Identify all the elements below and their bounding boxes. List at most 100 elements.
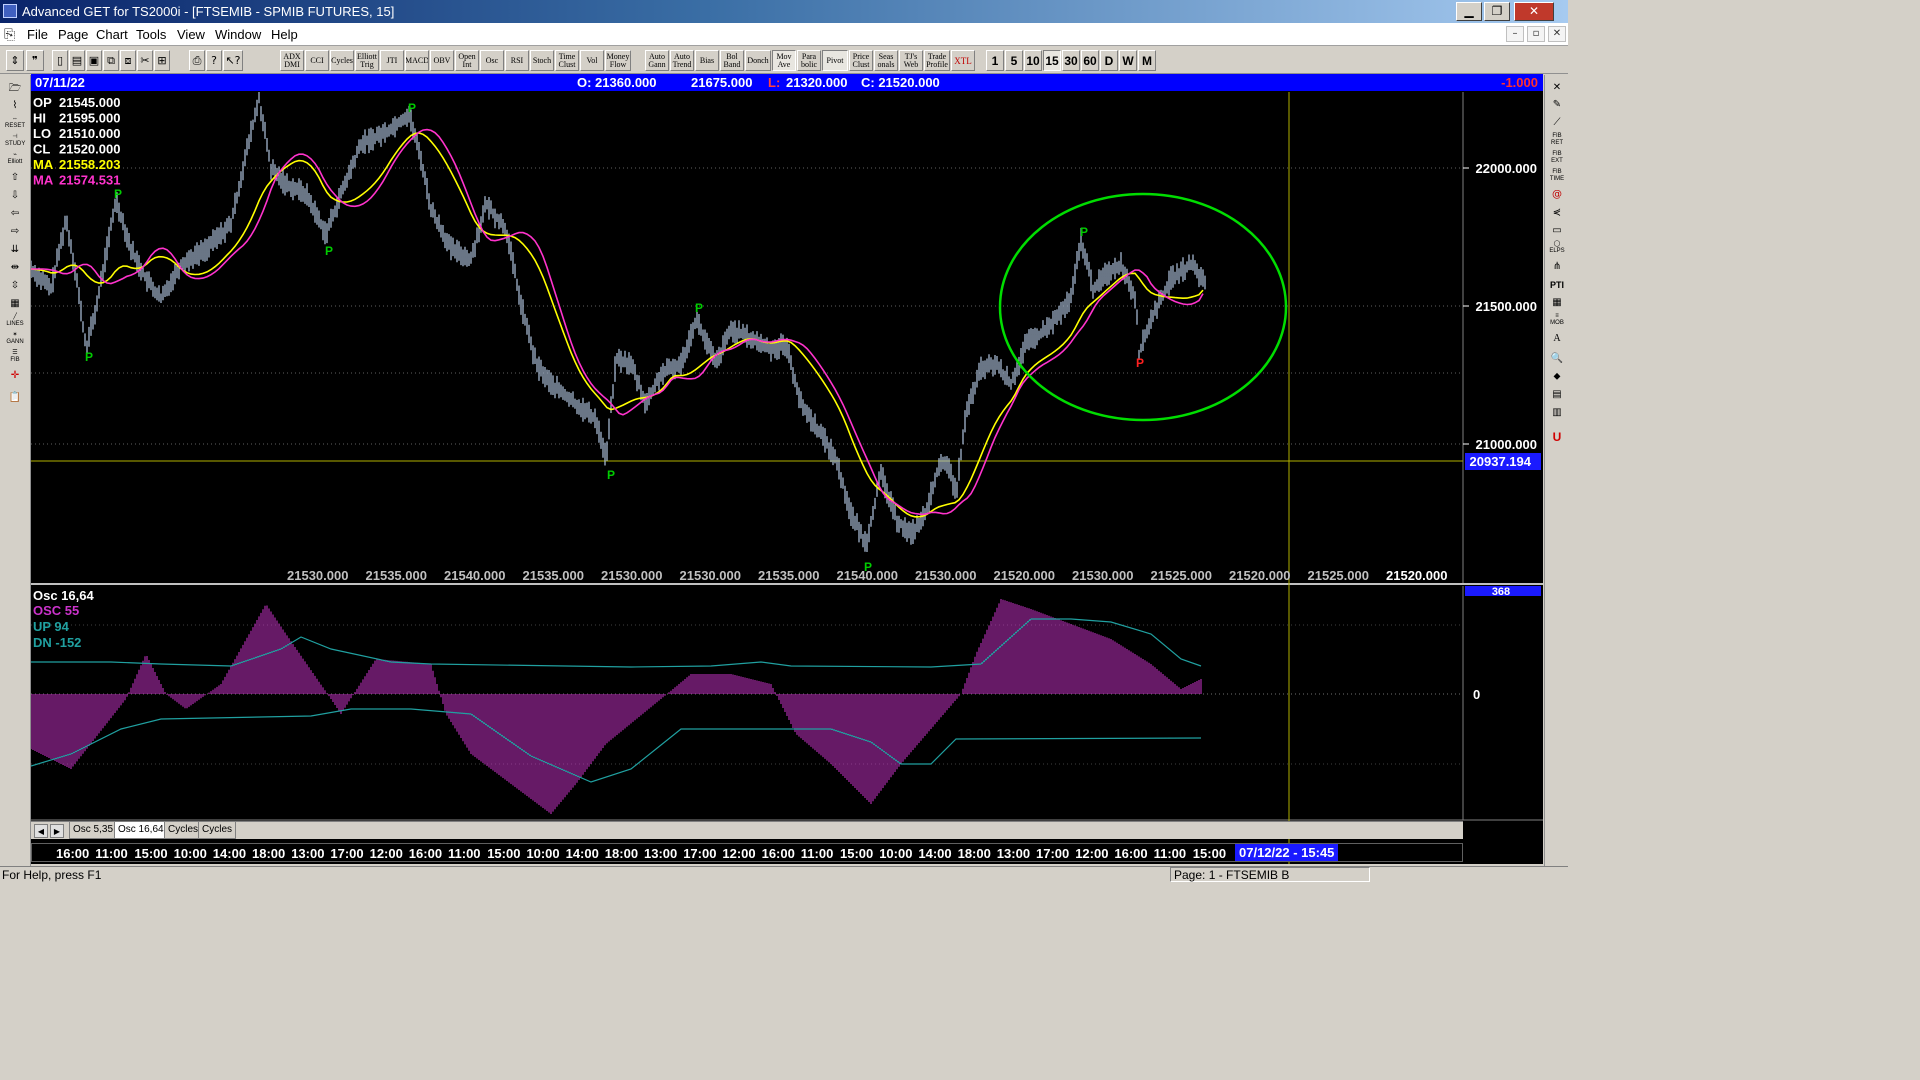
study-mov-ave[interactable]: Mov Ave	[772, 50, 796, 71]
study-auto-trend[interactable]: Auto Trend	[670, 50, 694, 71]
study-parabolic[interactable]: Para bolic	[797, 50, 821, 71]
pitchfork-icon[interactable]: ⋔	[1547, 259, 1567, 275]
period-1-button[interactable]: 1	[986, 50, 1004, 71]
period-5-button[interactable]: 5	[1005, 50, 1023, 71]
study-vol[interactable]: Vol	[580, 50, 604, 71]
fib-extension-icon[interactable]: FIB EXT	[1547, 151, 1567, 167]
period-monthly-button[interactable]: M	[1138, 50, 1156, 71]
save-icon[interactable]: ▣	[86, 50, 102, 71]
notes-icon[interactable]: ▥	[1547, 405, 1567, 421]
study-jti[interactable]: JTI	[380, 50, 404, 71]
study-auto-gann[interactable]: Auto Gann	[645, 50, 669, 71]
new-icon[interactable]: ▯	[52, 50, 68, 71]
study-time-clust[interactable]: Time Clust	[555, 50, 579, 71]
lines-icon[interactable]: ╱ LINES	[4, 313, 26, 329]
expand-horizontal-icon[interactable]: ⇹	[4, 259, 26, 275]
study-cycles[interactable]: Cycles	[330, 50, 354, 71]
chart-style-icon[interactable]: ⌇	[4, 97, 26, 113]
study-open-int[interactable]: Open Int	[455, 50, 479, 71]
study-trade-profile[interactable]: Trade Profile	[924, 50, 950, 71]
mdi-close-button[interactable]: ✕	[1548, 26, 1566, 42]
maximize-button[interactable]: ❐	[1484, 2, 1510, 21]
tab-scroll-left-icon[interactable]: ◀	[34, 824, 48, 838]
fib-time-icon[interactable]: FIB TIME	[1547, 169, 1567, 185]
fan-icon[interactable]: ⋞	[1547, 205, 1567, 221]
arrow-up-icon[interactable]: ⇧	[4, 169, 26, 185]
open-folder-icon[interactable]: 🗁	[4, 80, 26, 96]
study-seasonals[interactable]: Seas onals	[874, 50, 898, 71]
grid-icon[interactable]: ▦	[4, 295, 26, 311]
undo-icon[interactable]: U	[1547, 429, 1567, 445]
study-tjs-web[interactable]: TJ's Web	[899, 50, 923, 71]
paste-icon[interactable]: ⧈	[120, 50, 136, 71]
context-help-icon[interactable]: ↖?	[223, 50, 243, 71]
tab-cycles-1[interactable]: Cycles	[164, 822, 203, 839]
zoom-icon[interactable]: ⊞	[154, 50, 170, 71]
channel-icon[interactable]: ▭	[1547, 223, 1567, 239]
mdi-restore-button[interactable]: ▫	[1527, 26, 1545, 42]
magnifier-icon[interactable]: 🔍	[1547, 351, 1567, 367]
study-elliott-trig[interactable]: Elliott Trig	[355, 50, 379, 71]
tab-osc-5-35[interactable]: Osc 5,35	[69, 822, 118, 839]
crosshair-icon[interactable]: ✛	[4, 367, 26, 383]
copy-icon[interactable]: ⧉	[103, 50, 119, 71]
clipboard-icon[interactable]: 📋	[4, 389, 26, 405]
study-bias[interactable]: Bias	[695, 50, 719, 71]
study-xtl[interactable]: XTL	[951, 50, 975, 71]
menu-tools[interactable]: Tools	[136, 27, 166, 42]
ellipse-tool-icon[interactable]: ◯ ELPS	[1547, 241, 1567, 257]
cut-icon[interactable]: ✂	[137, 50, 153, 71]
chart-window[interactable]: 07/11/22 O: 21360.000 21675.000 L: 21320.000…	[31, 74, 1543, 864]
period-weekly-button[interactable]: W	[1119, 50, 1137, 71]
study-icon[interactable]: ⊣ STUDY	[4, 133, 26, 149]
study-pivot[interactable]: Pivot	[822, 50, 848, 71]
quote-tool-icon[interactable]: ❞	[26, 50, 44, 71]
reset-icon[interactable]: ⇔ RESET	[4, 115, 26, 131]
study-obv[interactable]: OBV	[430, 50, 454, 71]
print-icon[interactable]: ⎙	[189, 50, 205, 71]
spiral-icon[interactable]: @	[1547, 187, 1567, 203]
help-icon[interactable]: ?	[206, 50, 222, 71]
study-money-flow[interactable]: Money Flow	[605, 50, 631, 71]
open-icon[interactable]: ▤	[69, 50, 85, 71]
paint-icon[interactable]: ⬥	[1547, 369, 1567, 385]
gann-icon[interactable]: ✶ GANN	[4, 331, 26, 347]
study-stoch[interactable]: Stoch	[530, 50, 554, 71]
tab-cycles-2[interactable]: Cycles	[198, 822, 237, 839]
study-osc[interactable]: Osc	[480, 50, 504, 71]
pencil-icon[interactable]: ✎	[1547, 97, 1567, 113]
menu-chart[interactable]: Chart	[96, 27, 128, 42]
close-study-icon[interactable]: ✕	[1547, 80, 1567, 96]
mdi-minimize-button[interactable]: –	[1506, 26, 1524, 42]
menu-window[interactable]: Window	[215, 27, 261, 42]
compress-icon[interactable]: ⇊	[4, 241, 26, 257]
study-price-clust[interactable]: Price Clust	[849, 50, 873, 71]
menu-view[interactable]: View	[177, 27, 205, 42]
list-icon[interactable]: ▤	[1547, 387, 1567, 403]
period-60-button[interactable]: 60	[1081, 50, 1099, 71]
grid-table-icon[interactable]: ▦	[1547, 295, 1567, 311]
chart-canvas[interactable]: 07/11/22 O: 21360.000 21675.000 L: 21320.000…	[31, 74, 1543, 864]
study-adx-dmi[interactable]: ADX DMI	[280, 50, 304, 71]
study-rsi[interactable]: RSI	[505, 50, 529, 71]
arrow-right-icon[interactable]: ⇨	[4, 223, 26, 239]
arrow-left-icon[interactable]: ⇦	[4, 205, 26, 221]
minimize-button[interactable]: ▁	[1456, 2, 1482, 21]
fib-retracement-icon[interactable]: FIB RET	[1547, 133, 1567, 149]
expand-vertical-icon[interactable]: ⇳	[4, 277, 26, 293]
fib-icon[interactable]: ☰ FIB	[4, 349, 26, 365]
study-bol-band[interactable]: Bol Band	[720, 50, 744, 71]
tab-osc-16-64[interactable]: Osc 16,64	[114, 822, 168, 839]
study-cci[interactable]: CCI	[305, 50, 329, 71]
cursor-tool-icon[interactable]: ⇕	[6, 50, 24, 71]
menu-page[interactable]: Page	[58, 27, 88, 42]
study-macd[interactable]: MACD	[405, 50, 429, 71]
arrow-down-icon[interactable]: ⇩	[4, 187, 26, 203]
trendline-icon[interactable]: ⟋	[1547, 115, 1567, 131]
menu-file[interactable]: File	[27, 27, 48, 42]
period-daily-button[interactable]: D	[1100, 50, 1118, 71]
period-15-button[interactable]: 15	[1043, 50, 1061, 71]
mob-icon[interactable]: ≡ MOB	[1547, 313, 1567, 329]
menu-help[interactable]: Help	[271, 27, 298, 42]
document-icon[interactable]: ⎘	[4, 26, 15, 43]
